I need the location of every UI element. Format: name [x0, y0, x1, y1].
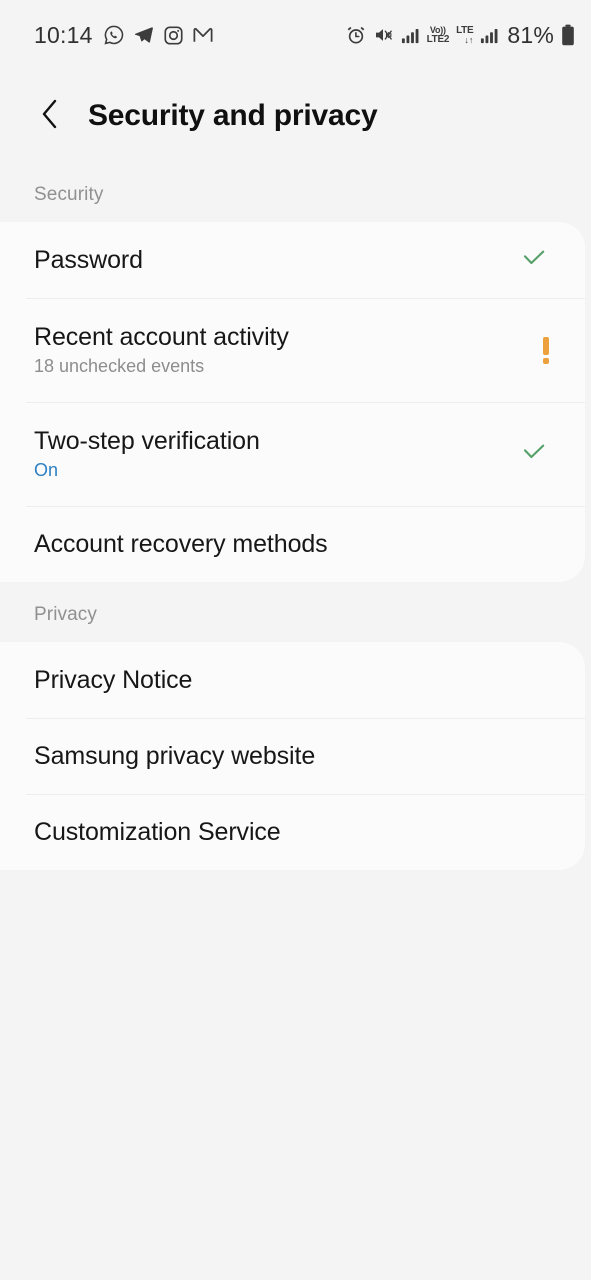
- status-bar-right: Vo)) LTE2 LTE ↓↑ 81%: [346, 22, 575, 49]
- chevron-left-icon: [38, 97, 62, 136]
- list-item[interactable]: Account recovery methods: [0, 506, 585, 582]
- list-item[interactable]: Samsung privacy website: [0, 718, 585, 794]
- page-title: Security and privacy: [88, 99, 378, 132]
- list-item[interactable]: Recent account activity 18 unchecked even…: [0, 298, 585, 402]
- lte-arrows: ↓↑: [464, 34, 474, 45]
- list-item-subtitle: On: [34, 460, 59, 481]
- list-item-title: Customization Service: [34, 817, 281, 846]
- list-item-texts: Customization Service: [34, 818, 281, 847]
- check-icon: [519, 437, 549, 472]
- signal-bars-icon: [401, 26, 420, 45]
- list-item-texts: Samsung privacy website: [34, 742, 315, 771]
- settings-content: Security Password Recent account activity 1…: [0, 162, 591, 870]
- status-bar: 10:14 Vo)) LTE2 LTE ↓↑ 81%: [0, 0, 591, 70]
- volte-label-bottom: LTE2: [426, 33, 450, 45]
- lte-label: LTE: [456, 24, 474, 36]
- back-button[interactable]: [30, 96, 70, 136]
- list-item-title: Recent account activity: [34, 323, 289, 352]
- list-item-status: [519, 243, 549, 278]
- list-item[interactable]: Customization Service: [0, 794, 585, 870]
- list-item-texts: Privacy Notice: [34, 666, 192, 695]
- settings-card: Privacy Notice Samsung privacy website Cus…: [0, 642, 585, 870]
- list-item-texts: Recent account activity 18 unchecked even…: [34, 323, 289, 376]
- list-item-subtitle: 18 unchecked events: [34, 356, 205, 377]
- list-item-status: [543, 336, 549, 364]
- alarm-icon: [346, 25, 366, 45]
- instagram-icon: [163, 25, 184, 46]
- gmail-icon: [192, 24, 214, 46]
- settings-card: Password Recent account activity 18 unchec…: [0, 222, 585, 582]
- list-item[interactable]: Privacy Notice: [0, 642, 585, 718]
- battery-icon: [561, 24, 575, 46]
- list-item[interactable]: Two-step verification On: [0, 402, 585, 506]
- section-label: Privacy: [34, 604, 97, 625]
- section-label: Security: [34, 184, 104, 205]
- volte2-icon: Vo)) LTE2: [426, 25, 450, 45]
- battery-percent-label: 81%: [507, 21, 554, 48]
- mute-vibrate-icon: [373, 25, 394, 45]
- check-icon: [519, 243, 549, 278]
- whatsapp-icon: [103, 24, 125, 46]
- page-header: Security and privacy: [0, 70, 591, 162]
- list-item-texts: Account recovery methods: [34, 530, 328, 559]
- list-item-texts: Password: [34, 246, 143, 275]
- list-item-title: Samsung privacy website: [34, 741, 316, 770]
- list-item-title: Password: [34, 245, 143, 274]
- warning-exclamation-icon: [543, 336, 549, 364]
- status-bar-left: 10:14: [34, 22, 214, 49]
- list-item[interactable]: Password: [0, 222, 585, 298]
- list-item-status: [519, 437, 549, 472]
- status-bar-clock: 10:14: [34, 21, 93, 48]
- list-item-title: Account recovery methods: [34, 529, 328, 558]
- list-item-title: Privacy Notice: [34, 665, 193, 694]
- list-item-title: Two-step verification: [34, 427, 260, 456]
- lte-data-icon: LTE ↓↑: [456, 24, 474, 45]
- signal-bars-2-icon: [480, 26, 499, 45]
- telegram-icon: [133, 24, 155, 46]
- list-item-texts: Two-step verification On: [34, 427, 260, 480]
